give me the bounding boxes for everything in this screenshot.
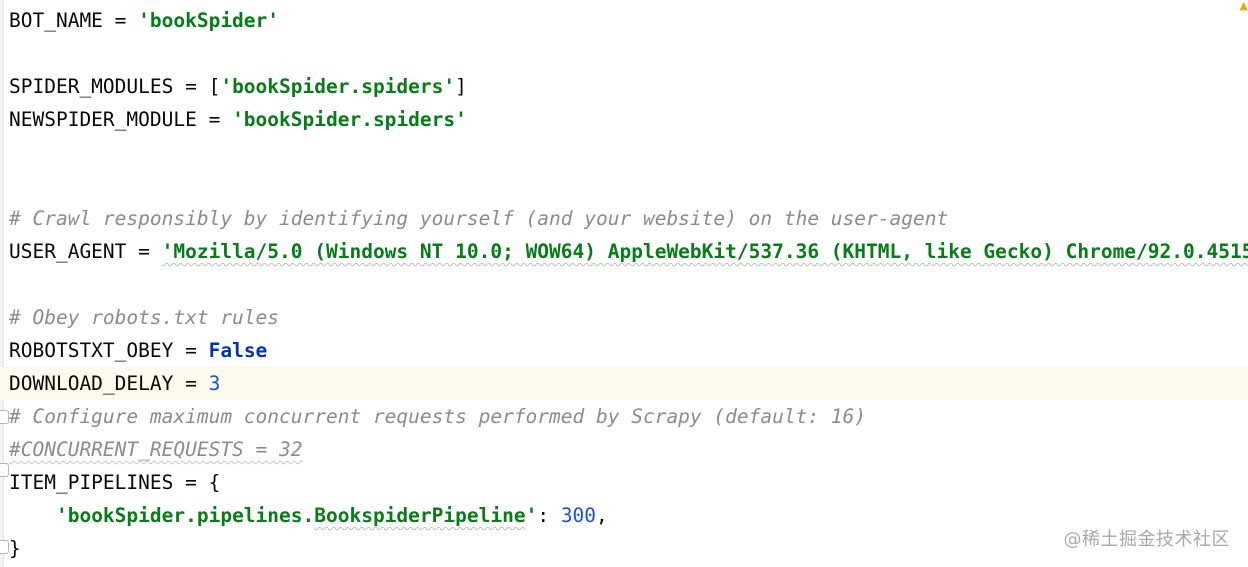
code-line[interactable]: BOT_NAME = 'bookSpider' (0, 4, 1248, 37)
code-line[interactable]: #CONCURRENT_REQUESTS = 32 (0, 433, 1248, 466)
fold-marker-icon[interactable] (0, 410, 9, 424)
code-token: 'bookSpider.spiders' (232, 108, 467, 131)
code-line[interactable]: } (0, 532, 1248, 565)
code-token: ' (525, 504, 538, 527)
code-line[interactable] (0, 268, 1248, 301)
code-token: # Obey robots.txt rules (9, 306, 280, 329)
code-token: False (208, 339, 268, 362)
code-token: 'bookSpider' (138, 9, 280, 32)
code-line[interactable]: # Configure maximum concurrent requests … (0, 400, 1248, 433)
code-token: BOT_NAME = (9, 9, 139, 32)
code-token: # Configure maximum concurrent requests … (9, 405, 867, 428)
code-line[interactable] (0, 37, 1248, 70)
code-line[interactable]: 'bookSpider.pipelines.BookspiderPipeline… (0, 499, 1248, 532)
code-token: 300 (560, 504, 597, 527)
code-token: BookspiderPipeline (314, 504, 526, 527)
code-token: , (596, 504, 608, 527)
code-token: DOWNLOAD_DELAY = (9, 372, 209, 395)
code-token: NEWSPIDER_MODULE = (9, 108, 233, 131)
code-line[interactable]: ROBOTSTXT_OBEY = False (0, 334, 1248, 367)
fold-marker-icon[interactable] (0, 463, 9, 477)
code-token: # Crawl responsibly by identifying yours… (9, 207, 949, 230)
code-line[interactable] (0, 169, 1248, 202)
code-token: ] (455, 75, 467, 98)
code-token: SPIDER_MODULES = [ (9, 75, 221, 98)
code-line[interactable]: # Crawl responsibly by identifying yours… (0, 202, 1248, 235)
code-token: 'bookSpider.spiders' (220, 75, 456, 98)
code-line[interactable]: ITEM_PIPELINES = { (0, 466, 1248, 499)
code-token: #CONCURRENT_REQUESTS = 32 (9, 438, 303, 461)
warning-icon[interactable]: ▲ (1238, 0, 1248, 12)
code-token: ROBOTSTXT_OBEY = (9, 339, 209, 362)
code-token: 'bookSpider.pipelines. (55, 504, 315, 527)
code-line[interactable]: NEWSPIDER_MODULE = 'bookSpider.spiders' (0, 103, 1248, 136)
fold-marker-icon[interactable] (0, 540, 9, 554)
code-line-current[interactable]: DOWNLOAD_DELAY = 3 (0, 367, 1248, 400)
code-editor[interactable]: BOT_NAME = 'bookSpider' SPIDER_MODULES = … (0, 0, 1248, 567)
code-line[interactable] (0, 136, 1248, 169)
code-line[interactable]: USER_AGENT = 'Mozilla/5.0 (Windows NT 10… (0, 235, 1248, 268)
code-token: } (9, 537, 21, 560)
code-token: : (537, 504, 561, 527)
code-line[interactable]: # Obey robots.txt rules (0, 301, 1248, 334)
watermark: @稀土掘金技术社区 (1063, 529, 1230, 550)
code-line[interactable]: SPIDER_MODULES = ['bookSpider.spiders'] (0, 70, 1248, 103)
code-token: USER_AGENT = (9, 240, 162, 263)
code-token: 'Mozilla/5.0 (Windows NT 10.0; WOW64) Ap… (161, 240, 1248, 263)
code-token: ITEM_PIPELINES = { (9, 471, 221, 494)
code-token: 3 (208, 372, 221, 395)
